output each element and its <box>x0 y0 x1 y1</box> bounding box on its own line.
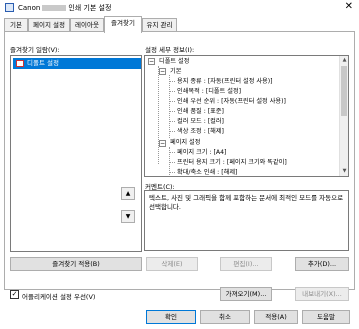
tree-node[interactable]: 디폴트 설정 <box>159 57 189 66</box>
tab-page-setup[interactable]: 페이지 설정 <box>28 18 70 32</box>
settings-tree[interactable]: − 디폴트 설정 − 기본 용지 종류 : [자동(프린터 설정 사용)] 인쇄… <box>144 55 349 177</box>
close-icon[interactable]: ✕ <box>345 1 353 13</box>
tab-layout[interactable]: 레이아웃 <box>70 18 104 32</box>
move-down-button[interactable]: ▼ <box>121 210 135 223</box>
scroll-down-icon[interactable]: ▼ <box>340 167 348 176</box>
apply-favorite-button[interactable]: 즐겨찾기 적용(B) <box>10 257 142 271</box>
favorites-list-label: 즐겨찾기 일람(V): <box>10 46 60 54</box>
tab-basic[interactable]: 기본 <box>4 18 28 32</box>
delete-button[interactable]: 삭제(E) <box>146 257 198 271</box>
move-up-button[interactable]: ▲ <box>121 187 135 200</box>
cancel-button[interactable]: 취소 <box>200 310 250 324</box>
tree-node[interactable]: 페이지 크기 : [A4] <box>177 148 226 157</box>
tree-guide <box>170 111 175 112</box>
tree-node[interactable]: 인쇄목적 : [디폴트 설정] <box>177 87 241 96</box>
tree-guide <box>170 121 175 122</box>
title-bar: Canon 인쇄 기본 설정 ✕ <box>0 0 359 15</box>
apply-button[interactable]: 적용(A) <box>254 310 298 324</box>
tab-favorites[interactable]: 즐겨찾기 <box>104 16 142 33</box>
ok-button[interactable]: 확인 <box>146 310 196 324</box>
tree-guide <box>170 162 175 163</box>
collapse-icon[interactable]: − <box>159 68 166 75</box>
tree-node[interactable]: 기본 <box>170 67 181 76</box>
edit-button[interactable]: 편집(I)... <box>220 257 272 271</box>
help-button[interactable]: 도움말 <box>302 310 350 324</box>
import-button[interactable]: 가져오기(M)... <box>220 287 272 301</box>
tree-node[interactable]: 확대/축소 인쇄 : [해제] <box>177 168 237 176</box>
printer-icon <box>5 3 14 12</box>
vertical-scrollbar[interactable]: ▲ ▼ <box>339 56 348 176</box>
tree-guide <box>169 75 170 138</box>
app-settings-label: 어플리케이션 설정 우선(V) <box>22 293 96 301</box>
tree-guide <box>170 101 175 102</box>
tree-guide <box>170 81 175 82</box>
window-title: Canon 인쇄 기본 설정 <box>18 4 112 12</box>
comment-box: 텍스트, 사진 및 그래픽을 함께 포함하는 문서에 최적인 모드를 자동으로 … <box>144 190 349 251</box>
tree-guide <box>158 66 159 164</box>
tree-guide <box>170 91 175 92</box>
tree-node[interactable]: 페이지 설정 <box>170 138 200 147</box>
export-button[interactable]: 내보내기(X)... <box>295 287 349 301</box>
tree-guide <box>170 131 175 132</box>
favorite-icon <box>16 60 24 67</box>
app-settings-checkbox[interactable]: ✓ <box>10 290 19 299</box>
add-button[interactable]: 추가(D)... <box>295 257 349 271</box>
tree-node[interactable]: 용지 종류 : [자동(프린터 설정 사용)] <box>177 77 273 86</box>
list-item[interactable]: 디폴트 설정 <box>13 58 141 69</box>
scrollbar-thumb[interactable] <box>341 66 347 116</box>
scroll-up-icon[interactable]: ▲ <box>340 56 348 65</box>
collapse-icon[interactable]: − <box>148 58 155 65</box>
tree-node[interactable]: 색상 조정 : [해제] <box>177 127 224 136</box>
tab-maintenance[interactable]: 유지 관리 <box>142 18 177 32</box>
tree-node[interactable]: 프린터 용지 크기 : [페이지 크기와 똑같이] <box>177 158 287 167</box>
redacted-model <box>42 5 67 11</box>
list-item-label: 디폴트 설정 <box>27 59 59 67</box>
tree-node[interactable]: 컬러 모드 : [컬러] <box>177 117 224 126</box>
tree-guide <box>170 172 175 173</box>
tree-node[interactable]: 인쇄 우선 순위 : [자동(프린터 설정 사용)] <box>177 97 286 106</box>
tree-guide <box>170 152 175 153</box>
tree-node[interactable]: 인쇄 품질 : [표준] <box>177 107 224 116</box>
collapse-icon[interactable]: − <box>159 140 166 147</box>
details-label: 설정 세부 정보(I): <box>145 46 195 54</box>
